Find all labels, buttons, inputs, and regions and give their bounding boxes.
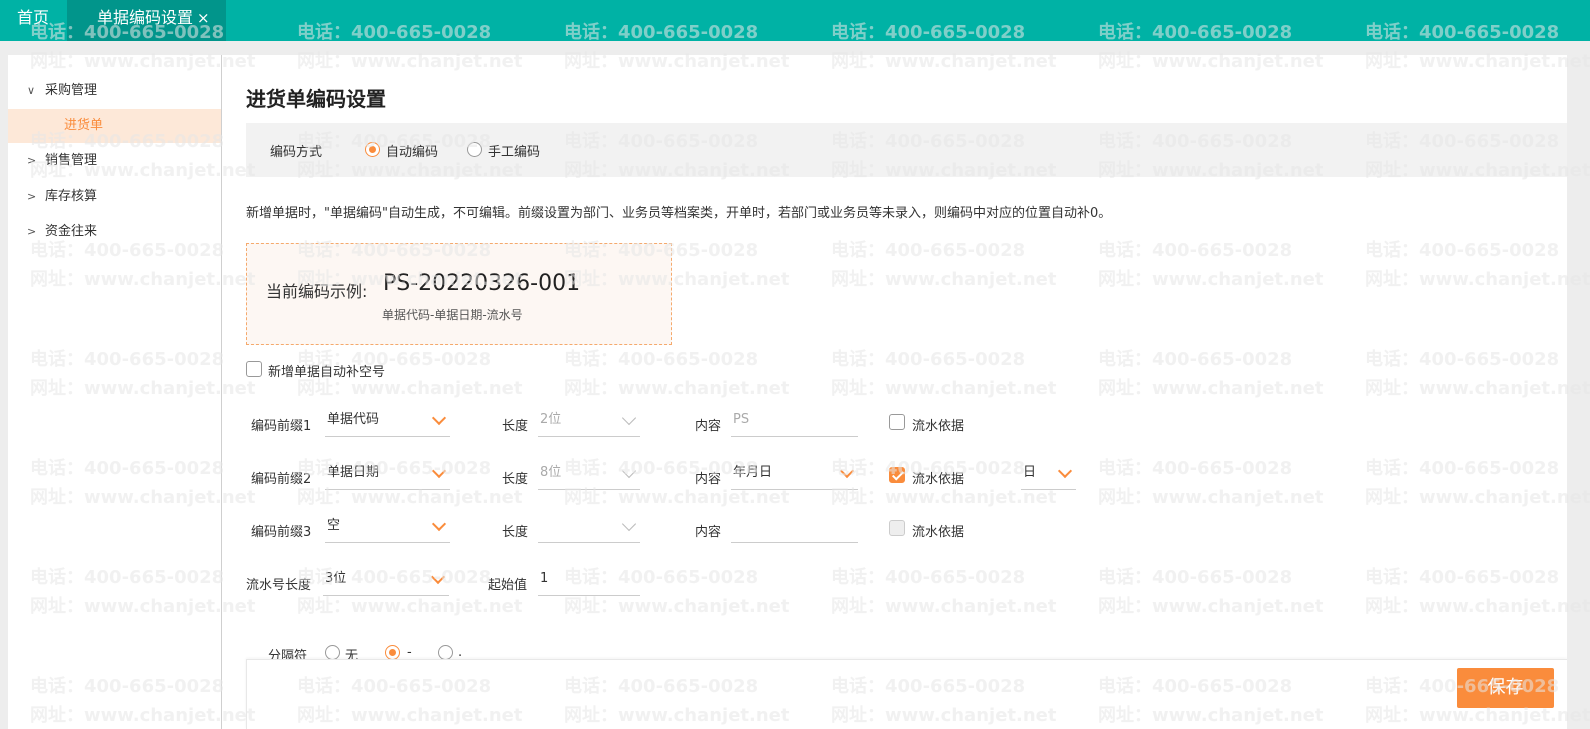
sidebar-item-label: 资金往来 [45, 224, 98, 239]
right-gutter [1567, 55, 1590, 729]
chevron-down-icon [621, 410, 637, 426]
sidebar-item-label: 采购管理 [45, 83, 98, 98]
coding-mode-bar: 编码方式 自动编码 手工编码 [246, 123, 1567, 177]
prefix1-length-select[interactable]: 2位 [538, 407, 640, 437]
prefix2-content-select[interactable]: 年月日 [731, 460, 858, 490]
separator-none-radio[interactable] [325, 645, 340, 660]
prefix2-type-value: 单据日期 [327, 465, 380, 480]
page-title: 进货单编码设置 [246, 87, 386, 111]
sidebar-item-inventory[interactable]: > 库存核算 [8, 180, 221, 214]
prefix1-length-label: 长度 [502, 419, 529, 434]
serial-length-label: 流水号长度 [246, 578, 312, 593]
prefix2-flow-checkbox[interactable] [889, 467, 905, 483]
prefix2-length-select[interactable]: 8位 [538, 460, 640, 490]
chevron-down-icon [430, 569, 446, 585]
prefix2-flow-unit-value: 日 [1023, 465, 1037, 480]
example-format: 单据代码-单据日期-流水号 [382, 308, 523, 322]
chevron-down-icon [839, 463, 855, 479]
sidebar-item-sales[interactable]: > 销售管理 [8, 144, 221, 178]
prefix1-flow-checkbox[interactable] [889, 414, 905, 430]
description-text: 新增单据时，"单据编码"自动生成，不可编辑。前缀设置为部门、业务员等档案类，开单… [246, 206, 1112, 221]
prefix2-length-value: 8位 [540, 465, 562, 480]
chevron-down-icon: ∨ [27, 84, 36, 97]
prefix1-label: 编码前缀1 [251, 419, 312, 434]
sidebar-item-label: 销售管理 [45, 153, 98, 168]
coding-mode-label: 编码方式 [270, 145, 323, 160]
tab-label: 单据编码设置 [97, 8, 194, 27]
radio-manual-coding-label[interactable]: 手工编码 [488, 141, 540, 160]
footer-bar [246, 659, 1567, 729]
code-example-box: 当前编码示例: PS-20220326-001 单据代码-单据日期-流水号 [246, 243, 672, 345]
prefix2-type-select[interactable]: 单据日期 [325, 460, 450, 490]
chevron-down-icon [431, 463, 447, 479]
chevron-down-icon [621, 463, 637, 479]
separator-dot-label: . [458, 645, 463, 660]
prefix2-length-label: 长度 [502, 472, 529, 487]
prefix3-type-value: 空 [327, 518, 341, 533]
prefix2-label: 编码前缀2 [251, 472, 312, 487]
prefix2-content-label: 内容 [695, 472, 722, 487]
prefix2-flow-label: 流水依据 [912, 472, 965, 487]
example-code: PS-20220326-001 [383, 271, 581, 296]
prefix1-length-value: 2位 [540, 412, 562, 427]
prefix3-type-select[interactable]: 空 [325, 513, 450, 543]
chevron-right-icon: > [27, 190, 37, 203]
sidebar-item-purchase[interactable]: ∨ 采购管理 [8, 74, 221, 108]
sidebar: ∨ 采购管理 进货单 > 销售管理 > 库存核算 > 资金往来 [8, 55, 221, 729]
prefix2-content-value: 年月日 [733, 465, 773, 480]
prefix1-content-input[interactable]: PS [731, 407, 858, 437]
radio-manual-coding[interactable] [467, 142, 482, 157]
separator-dash-radio[interactable] [385, 645, 400, 660]
chevron-down-icon [621, 516, 637, 532]
radio-auto-coding[interactable] [365, 142, 380, 157]
start-value-input[interactable]: 1 [538, 566, 640, 596]
example-label: 当前编码示例: [266, 282, 368, 301]
prefix1-flow-label: 流水依据 [912, 419, 965, 434]
start-value-label: 起始值 [488, 578, 528, 593]
prefix3-label: 编码前缀3 [251, 525, 312, 540]
prefix3-content-label: 内容 [695, 525, 722, 540]
chevron-right-icon: > [27, 225, 37, 238]
main-panel: 进货单编码设置 编码方式 自动编码 手工编码 新增单据时，"单据编码"自动生成，… [222, 55, 1567, 729]
prefix1-type-select[interactable]: 单据代码 [325, 407, 450, 437]
separator-dash-label: - [407, 645, 412, 660]
tab-document-code-settings[interactable]: 单据编码设置 × [67, 0, 226, 41]
close-icon[interactable]: × [197, 9, 210, 27]
separator-dot-radio[interactable] [438, 645, 453, 660]
prefix1-type-value: 单据代码 [327, 412, 380, 427]
sidebar-item-funds[interactable]: > 资金往来 [8, 215, 221, 249]
prefix3-flow-label: 流水依据 [912, 525, 965, 540]
chevron-down-icon [431, 410, 447, 426]
prefix2-flow-unit-select[interactable]: 日 [1021, 460, 1076, 490]
prefix1-content-label: 内容 [695, 419, 722, 434]
radio-auto-coding-label[interactable]: 自动编码 [386, 141, 438, 160]
sidebar-item-label: 库存核算 [45, 189, 98, 204]
serial-length-value: 3位 [325, 571, 347, 586]
tab-home[interactable]: 首页 [0, 0, 66, 41]
auto-fill-label: 新增单据自动补空号 [268, 365, 386, 380]
chevron-down-icon [1057, 463, 1073, 479]
sidebar-item-purchase-receipt[interactable]: 进货单 [8, 109, 221, 143]
prefix3-content-input[interactable] [731, 513, 858, 543]
serial-length-select[interactable]: 3位 [323, 566, 449, 596]
sidebar-item-label: 进货单 [64, 118, 104, 133]
prefix3-flow-checkbox[interactable] [889, 520, 905, 536]
prefix3-length-label: 长度 [502, 525, 529, 540]
auto-fill-checkbox[interactable] [246, 361, 262, 377]
chevron-right-icon: > [27, 154, 37, 167]
prefix3-length-select[interactable] [538, 513, 640, 543]
save-button[interactable]: 保存 [1457, 668, 1554, 708]
chevron-down-icon [431, 516, 447, 532]
top-tab-bar: 首页 单据编码设置 × [0, 0, 1590, 41]
